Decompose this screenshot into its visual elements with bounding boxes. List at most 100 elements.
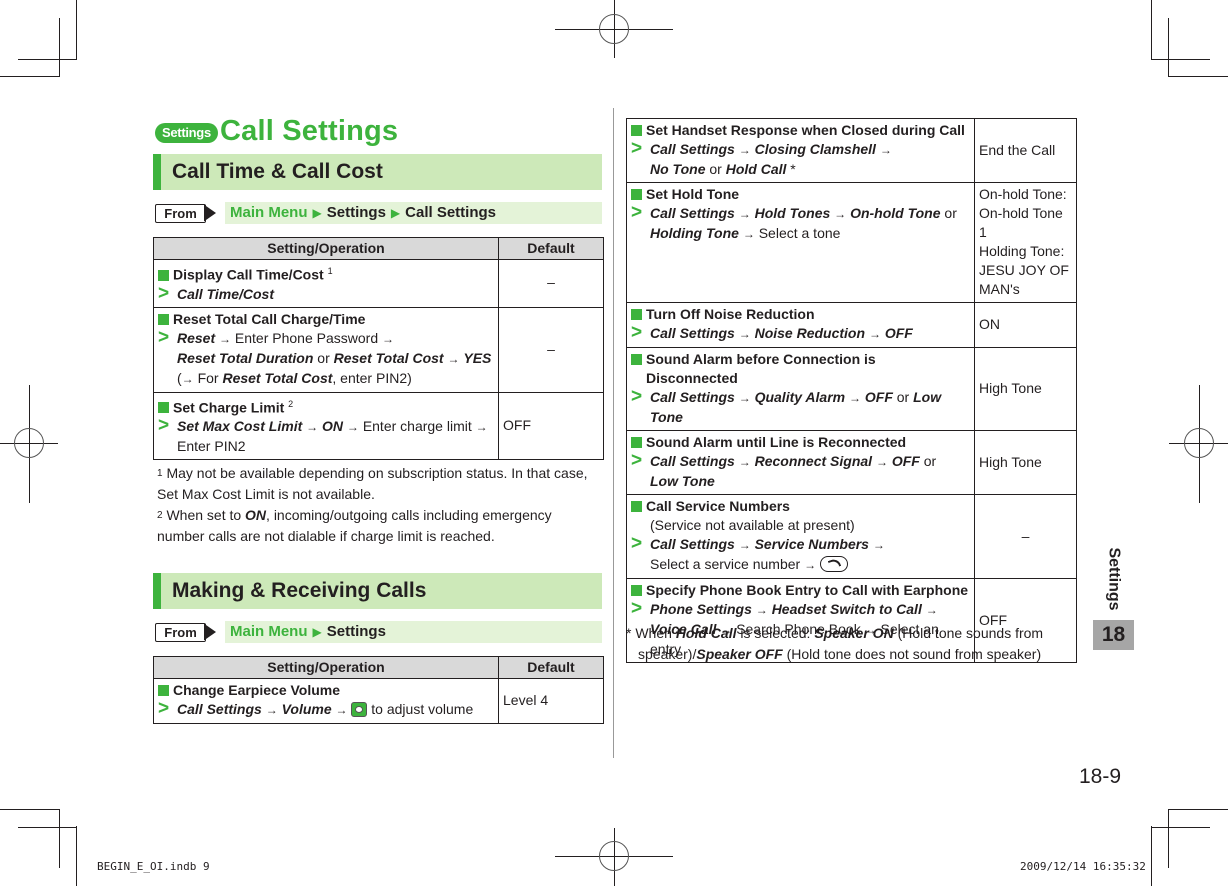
breadcrumb-call-settings[interactable]: Call Settings xyxy=(405,204,496,221)
table-row: Call Service Numbers (Service not availa… xyxy=(626,494,1077,579)
operation-step: to adjust volume xyxy=(371,701,474,717)
from-breadcrumb: From Main Menu ▶ Settings ▶ Call Settings xyxy=(155,202,602,224)
bullet-square-icon xyxy=(158,269,169,281)
table-row: Set Handset Response when Closed during … xyxy=(626,118,1077,183)
breadcrumb-settings[interactable]: Settings xyxy=(327,204,386,221)
bullet-square-icon xyxy=(631,125,642,136)
operation-step: Reset Total Cost xyxy=(333,349,444,366)
operation-step: Select a tone xyxy=(758,225,841,241)
arrow-icon: → xyxy=(306,420,319,435)
operation-step: Reconnect Signal xyxy=(754,453,873,469)
footnote-text: ON xyxy=(245,507,267,523)
setting-title: Set Handset Response when Closed during … xyxy=(646,122,965,138)
breadcrumb-path: Main Menu ▶ Settings ▶ Call Settings xyxy=(225,202,602,224)
triangle-icon: ▶ xyxy=(312,206,322,220)
footnote-mark: * xyxy=(626,625,632,641)
operation-step: Low Tone xyxy=(650,473,715,489)
breadcrumb-main-menu[interactable]: Main Menu xyxy=(230,204,308,221)
operation-step: OFF xyxy=(884,325,913,341)
default-value: High Tone xyxy=(974,347,1077,431)
chevron-right-icon: > xyxy=(158,282,170,304)
default-line: On-hold Tone: xyxy=(979,186,1067,202)
operation-cell: Reset Total Call Charge/Time > Reset → En… xyxy=(153,306,499,393)
operation-step: Call Settings xyxy=(650,141,735,157)
footnote-text: When xyxy=(635,625,672,641)
print-slug-file: BEGIN_E_OI.indb 9 xyxy=(97,860,210,873)
section-heading-making-receiving: Making & Receiving Calls xyxy=(153,573,602,609)
arrow-icon: → xyxy=(382,331,395,346)
breadcrumb-path: Main Menu ▶ Settings xyxy=(225,621,602,643)
breadcrumb-main-menu[interactable]: Main Menu xyxy=(230,623,308,640)
chevron-right-icon: > xyxy=(631,322,643,343)
table-row: Reset Total Call Charge/Time > Reset → En… xyxy=(153,306,604,393)
default-value: High Tone xyxy=(974,430,1077,495)
chevron-right-icon: > xyxy=(631,533,643,554)
footnote-text: May not be available depending on subscr… xyxy=(157,465,588,502)
section-heading-text: Making & Receiving Calls xyxy=(172,579,427,602)
from-label: From xyxy=(155,623,206,642)
default-value: Level 4 xyxy=(498,678,604,724)
setting-subtitle: (Service not available at present) xyxy=(650,517,855,533)
operation-step: Enter Phone Password xyxy=(234,329,379,346)
chapter-number-badge: 18 xyxy=(1093,620,1134,650)
settings-badge: Settings xyxy=(155,123,218,143)
arrow-icon: → xyxy=(848,391,861,405)
operation-cell: Set Handset Response when Closed during … xyxy=(626,118,975,183)
operation-step: Headset Switch to Call xyxy=(771,601,922,617)
operation-cell: Display Call Time/Cost 1 > Call Time/Cost xyxy=(153,259,499,308)
operation-step: Set Max Cost Limit xyxy=(177,418,303,435)
arrow-icon: → xyxy=(755,603,768,617)
triangle-icon: ▶ xyxy=(390,206,401,220)
operation-step: Hold Tones xyxy=(754,205,831,221)
chevron-right-icon: > xyxy=(631,138,643,159)
default-line: MAN's xyxy=(979,281,1020,297)
footnote-2: 2 When set to ON, incoming/outgoing call… xyxy=(157,505,597,547)
arrow-icon: → xyxy=(335,703,348,717)
chevron-right-icon: > xyxy=(158,415,170,437)
note-text: , enter PIN2) xyxy=(332,369,412,386)
operation-cell: Sound Alarm until Line is Reconnected > C… xyxy=(626,430,975,495)
arrow-icon: → xyxy=(742,227,755,241)
print-slug-timestamp: 2009/12/14 16:35:32 xyxy=(1020,860,1146,873)
operation-step: Reset xyxy=(177,329,216,346)
operation-step: Reset Total Duration xyxy=(177,349,314,366)
bullet-square-icon xyxy=(158,685,169,696)
arrow-icon: → xyxy=(875,455,888,469)
col-header-operation: Setting/Operation xyxy=(153,237,499,260)
arrow-icon: → xyxy=(738,455,751,469)
section-heading-call-time-cost: Call Time & Call Cost xyxy=(153,154,602,190)
footnote-1: 1 May not be available depending on subs… xyxy=(157,463,597,505)
side-label-text: Settings xyxy=(1105,547,1123,611)
arrow-icon: → xyxy=(738,391,751,405)
operation-step: Call Settings xyxy=(650,325,735,341)
from-arrow-icon xyxy=(206,206,216,220)
operation-cell: Set Hold Tone > Call Settings → Hold Tone… xyxy=(626,182,975,303)
table-row: Sound Alarm until Line is Reconnected > C… xyxy=(626,430,1077,495)
footnote-text: Speaker OFF xyxy=(696,646,783,662)
bullet-square-icon xyxy=(631,354,642,365)
chevron-right-icon: > xyxy=(631,598,643,619)
or-text: or xyxy=(923,453,937,469)
arrow-icon: → xyxy=(219,331,232,346)
default-value: End the Call xyxy=(974,118,1077,183)
breadcrumb-settings[interactable]: Settings xyxy=(327,623,386,640)
footnote-mark: 1 xyxy=(157,468,163,479)
operation-step: Call Settings xyxy=(650,453,735,469)
table-row: Turn Off Noise Reduction > Call Settings … xyxy=(626,302,1077,348)
operation-step: Hold Call xyxy=(725,161,787,177)
operation-step: Call Settings xyxy=(650,389,735,405)
col-header-default: Default xyxy=(498,237,604,260)
setting-title: Set Charge Limit xyxy=(173,399,285,416)
or-text: or xyxy=(317,349,330,366)
operation-cell: Set Charge Limit 2 > Set Max Cost Limit →… xyxy=(153,391,499,461)
default-line: On-hold Tone 1 xyxy=(979,205,1063,240)
col-header-default: Default xyxy=(498,656,604,679)
default-line: Holding Tone: xyxy=(979,243,1065,259)
chevron-right-icon: > xyxy=(158,698,170,719)
footnote-text: When set to xyxy=(166,507,242,523)
operation-step: OFF xyxy=(891,453,920,469)
operation-step: Call Time/Cost xyxy=(177,285,274,302)
arrow-icon: → xyxy=(868,327,881,341)
setting-title: Call Service Numbers xyxy=(646,498,790,514)
footnote-ref: 2 xyxy=(288,398,294,409)
